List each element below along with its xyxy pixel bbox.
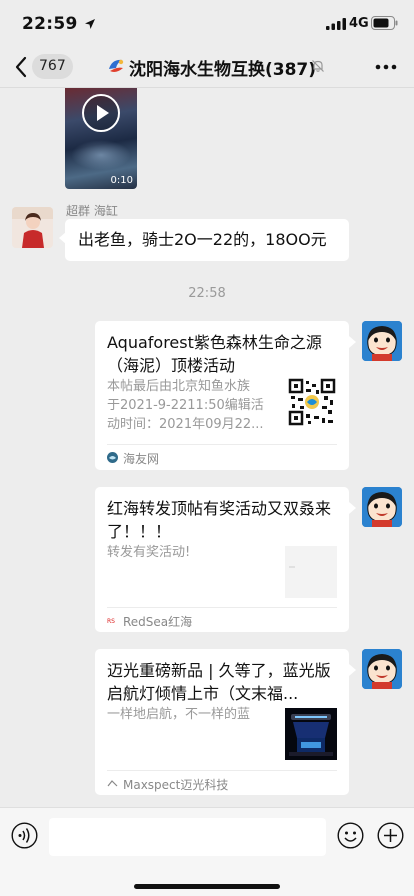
chat-header: 767 沈阳海水生物互换(387)	[0, 46, 414, 88]
maxspect-source-icon	[107, 780, 118, 787]
link-card-aquaforest[interactable]: Aquaforest紫色森林生命之源（海泥）顶楼活动 本帖最后由北京知鱼水族 于…	[95, 321, 349, 470]
voice-icon[interactable]	[11, 822, 38, 849]
video-duration: 0:10	[110, 175, 133, 186]
svg-text:RS: RS	[107, 618, 115, 625]
more-ellipsis-icon[interactable]	[375, 64, 397, 70]
message-timestamp: 22:58	[188, 286, 226, 301]
link-card-redsea[interactable]: 红海转发顶帖有奖活动又双叒来了！！！ 转发有奖活动! RS RedSea红海	[95, 487, 349, 632]
card-description-line: 转发有奖活动!	[107, 545, 191, 560]
network-label: 4G	[349, 16, 369, 31]
card-description-line: 动时间：2021年09月22...	[107, 417, 264, 432]
my-avatar[interactable]	[362, 321, 402, 361]
location-arrow-icon	[85, 19, 95, 29]
chat-title: 沈阳海水生物互换(387)	[129, 60, 317, 80]
card-divider	[107, 607, 337, 608]
card-divider	[107, 770, 337, 771]
card-description: 一样地启航，不一样的蓝	[107, 705, 279, 724]
home-indicator	[134, 884, 280, 889]
status-time: 22:59	[22, 14, 78, 34]
card-description: 本帖最后由北京知鱼水族 于2021-9-2211:50编辑活 动时间：2021年…	[107, 377, 279, 434]
video-message[interactable]: 0:10	[65, 88, 137, 189]
card-description-line: 一样地启航，不一样的蓝	[107, 707, 251, 722]
sender-avatar-image	[12, 207, 53, 248]
unread-count-badge[interactable]: 767	[32, 54, 73, 79]
emoji-icon[interactable]	[337, 822, 364, 849]
card-tail	[349, 502, 356, 514]
card-source: RedSea红海	[123, 615, 193, 629]
card-tail	[349, 336, 356, 348]
battery-icon	[371, 16, 398, 30]
group-logo-icon	[109, 59, 124, 72]
sender-avatar[interactable]	[12, 207, 53, 248]
redsea-source-icon: RS	[107, 618, 119, 625]
card-tail	[349, 664, 356, 676]
cartoon-avatar-image	[362, 321, 402, 361]
card-source: Maxspect迈光科技	[123, 778, 229, 792]
card-title: 迈光重磅新品 | 久等了，蓝光版启航灯倾情上市（文末福...	[107, 661, 331, 703]
card-divider	[107, 444, 337, 445]
card-description-line: 于2021-9-2211:50编辑活	[107, 398, 264, 413]
mute-bell-icon	[312, 60, 324, 72]
my-avatar[interactable]	[362, 487, 402, 527]
card-description: 转发有奖活动!	[107, 543, 279, 562]
cartoon-avatar-image	[362, 487, 402, 527]
play-icon[interactable]	[81, 93, 121, 133]
status-bar: 22:59 4G	[0, 0, 414, 46]
card-source: 海友网	[123, 452, 160, 466]
chevron-left-icon[interactable]	[14, 56, 28, 78]
video-frame	[71, 140, 131, 170]
cartoon-avatar-image	[362, 649, 402, 689]
sender-name: 超群 海缸	[66, 204, 118, 218]
link-card-maxspect[interactable]: 迈光重磅新品 | 久等了，蓝光版启航灯倾情上市（文末福... 一样地启航，不一样…	[95, 649, 349, 795]
card-thumbnail-image	[285, 546, 337, 598]
card-title: Aquaforest紫色森林生命之源（海泥）顶楼活动	[107, 333, 322, 375]
message-input[interactable]	[49, 818, 326, 856]
card-description-line: 本帖最后由北京知鱼水族	[107, 379, 251, 394]
plus-icon[interactable]	[377, 822, 404, 849]
signal-icon	[326, 18, 346, 30]
text-message-bubble[interactable]: 出老鱼，骑士2O一22的，18OO元	[65, 219, 349, 261]
aquarium-light-thumbnail	[285, 708, 337, 760]
qr-code-thumbnail	[288, 378, 336, 426]
card-title: 红海转发顶帖有奖活动又双叒来了！！！	[107, 499, 332, 541]
input-bar	[0, 807, 414, 896]
haiyou-source-icon	[107, 452, 118, 463]
my-avatar[interactable]	[362, 649, 402, 689]
